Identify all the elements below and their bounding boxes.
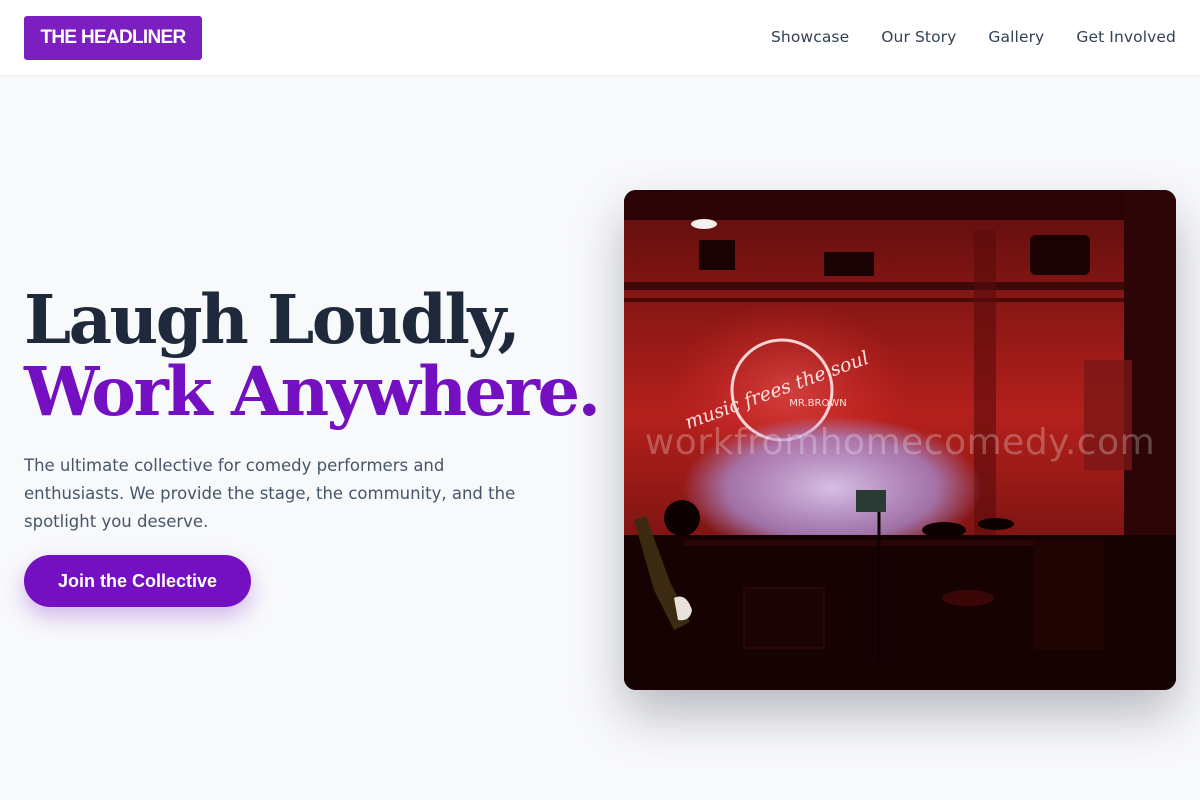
nav-link-get-involved[interactable]: Get Involved — [1076, 28, 1176, 46]
amplifier — [743, 587, 825, 649]
ceiling-light — [691, 219, 717, 229]
hero-description: The ultimate collective for comedy perfo… — [24, 456, 516, 531]
hero-title: Laugh Loudly, Work Anywhere. — [24, 284, 604, 428]
stool — [942, 590, 994, 606]
main-nav: Showcase Our Story Gallery Get Involved — [771, 28, 1176, 46]
watermark-text: workfromhomecomedy.com — [644, 422, 1156, 463]
cymbal — [922, 522, 966, 538]
nav-link-our-story[interactable]: Our Story — [881, 28, 956, 46]
brand-logo[interactable]: THE HEADLINER — [24, 16, 202, 60]
neon-sign-subtext: MR.BROWN — [789, 398, 846, 409]
nav-link-showcase[interactable]: Showcase — [771, 28, 849, 46]
ceiling — [624, 190, 1176, 220]
hero-title-line-1: Laugh Loudly, — [24, 280, 521, 359]
site-header: THE HEADLINER Showcase Our Story Gallery… — [0, 0, 1200, 76]
nav-link-gallery[interactable]: Gallery — [988, 28, 1044, 46]
ceiling-truss — [624, 282, 1176, 290]
hero-stage-photo: music frees the soul MR.BROWN workfromho… — [624, 190, 1176, 690]
drum — [664, 500, 700, 536]
stage-light-2 — [824, 252, 874, 276]
speaker — [1030, 235, 1090, 275]
join-collective-button[interactable]: Join the Collective — [24, 555, 251, 607]
stage-light-1 — [699, 240, 735, 270]
side-amp — [1034, 540, 1104, 650]
music-stand — [856, 490, 886, 512]
hero-title-line-2: Work Anywhere. — [24, 352, 601, 431]
